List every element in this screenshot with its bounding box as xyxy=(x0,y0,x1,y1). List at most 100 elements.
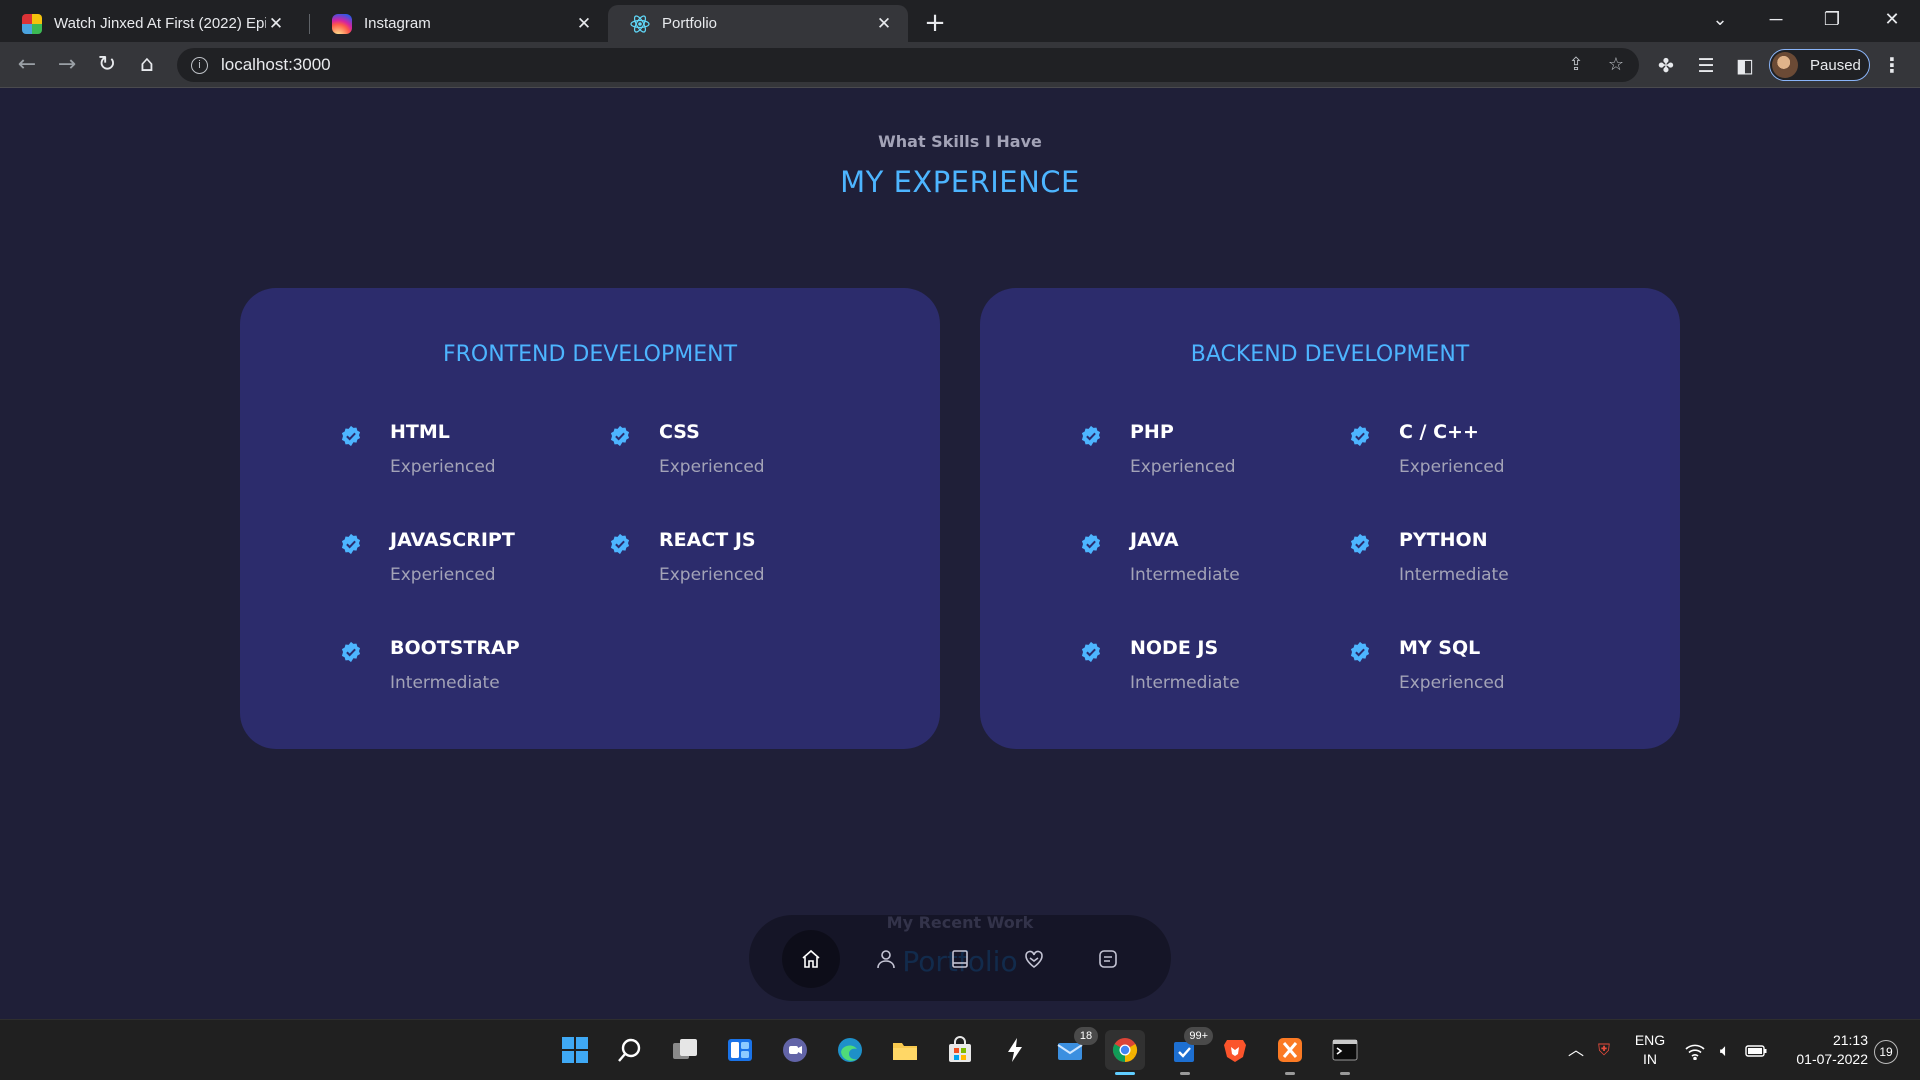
skill-name: JAVA xyxy=(1130,529,1179,551)
skill-name: JAVASCRIPT xyxy=(390,529,515,551)
task-view-button[interactable] xyxy=(665,1030,705,1070)
mail-button[interactable]: 18 xyxy=(1050,1027,1098,1070)
skill-level: Experienced xyxy=(1130,457,1236,477)
back-arrow-icon[interactable]: ← xyxy=(10,48,44,82)
clock[interactable]: 21:13 01-07-2022 xyxy=(1776,1020,1868,1080)
site-info-icon[interactable]: i xyxy=(191,56,208,74)
tasks-badge: 99+ xyxy=(1184,1027,1213,1045)
skill-item: MY SQL Experienced xyxy=(1349,637,1589,707)
skill-item: NODE JS Intermediate xyxy=(1080,637,1320,707)
restore-icon[interactable]: ❐ xyxy=(1804,0,1860,42)
card-title: FRONTEND DEVELOPMENT xyxy=(442,342,738,367)
taskbar-search-button[interactable] xyxy=(610,1030,650,1070)
skill-item: BOOTSTRAP Intermediate xyxy=(340,637,580,707)
brave-button[interactable] xyxy=(1215,1030,1255,1070)
section-subtitle: What Skills I Have xyxy=(878,132,1042,151)
skill-item: JAVASCRIPT Experienced xyxy=(340,529,580,599)
clock-date: 01-07-2022 xyxy=(1796,1051,1868,1067)
xampp-icon xyxy=(1278,1038,1302,1062)
windows-taskbar: 18 99+ ︿ ⛨ ENG IN 🔈︎ 21:13 01-07-2022 19 xyxy=(0,1019,1920,1080)
running-indicator xyxy=(1180,1072,1190,1075)
close-icon[interactable]: ✕ xyxy=(574,14,594,34)
lightning-app-icon xyxy=(1008,1038,1022,1062)
browser-tab-portfolio[interactable]: Portfolio ✕ xyxy=(608,5,908,42)
xampp-button[interactable] xyxy=(1270,1030,1310,1075)
skill-level: Experienced xyxy=(1399,673,1505,693)
widgets-icon xyxy=(728,1039,752,1061)
extensions-puzzle-icon[interactable]: ✤ xyxy=(1654,54,1678,78)
nav-about-button[interactable] xyxy=(857,930,915,988)
nav-contact-button[interactable] xyxy=(1079,930,1137,988)
close-icon[interactable]: ✕ xyxy=(874,14,894,34)
close-icon[interactable]: ✕ xyxy=(266,14,286,34)
browser-tab-jinxed[interactable]: Watch Jinxed At First (2022) Episode ✕ xyxy=(0,5,300,42)
skill-item: CSS Experienced xyxy=(609,421,849,491)
verified-check-icon xyxy=(1081,425,1101,447)
forward-arrow-icon[interactable]: → xyxy=(50,48,84,82)
language-indicator[interactable]: ENG IN xyxy=(1625,1020,1675,1080)
teams-chat-button[interactable] xyxy=(775,1030,815,1070)
instagram-favicon xyxy=(332,13,352,34)
browser-toolbar: ← → ↻ ⌂ i localhost:3000 ⇪ ☆ ✤ ☰ ◧ Pause… xyxy=(0,42,1920,88)
chrome-button[interactable] xyxy=(1105,1030,1145,1075)
reading-list-icon[interactable]: ☰ xyxy=(1694,54,1718,78)
security-shield-icon[interactable]: ⛨ xyxy=(1592,1020,1616,1080)
todo-button[interactable]: 99+ xyxy=(1165,1027,1213,1075)
side-panel-icon[interactable]: ◧ xyxy=(1733,54,1757,78)
new-tab-plus-icon[interactable]: + xyxy=(918,7,952,41)
bookmark-star-icon[interactable]: ☆ xyxy=(1606,55,1626,75)
browser-tab-instagram[interactable]: Instagram ✕ xyxy=(310,5,608,42)
skill-level: Experienced xyxy=(659,565,765,585)
battery-icon[interactable] xyxy=(1742,1020,1770,1080)
skill-level: Intermediate xyxy=(390,673,500,693)
backend-card: BACKEND DEVELOPMENT PHP Experienced C / … xyxy=(980,288,1680,749)
brave-lion-icon xyxy=(1224,1040,1246,1062)
terminal-button[interactable] xyxy=(1325,1030,1365,1075)
hidden-icons-chevron[interactable]: ︿ xyxy=(1564,1020,1588,1080)
volume-icon[interactable]: 🔈︎ xyxy=(1712,1020,1738,1080)
more-menu-icon[interactable]: ⋮ xyxy=(1882,54,1902,78)
minimize-icon[interactable]: ─ xyxy=(1748,0,1804,42)
reload-icon[interactable]: ↻ xyxy=(90,48,124,82)
home-icon[interactable]: ⌂ xyxy=(130,48,164,82)
address-bar[interactable]: i localhost:3000 ⇪ ☆ xyxy=(177,48,1639,82)
profile-button[interactable]: Paused xyxy=(1769,49,1870,81)
widgets-button[interactable] xyxy=(720,1030,760,1070)
file-explorer-button[interactable] xyxy=(885,1030,925,1070)
running-indicator xyxy=(1340,1072,1350,1075)
start-button[interactable] xyxy=(555,1030,595,1070)
microsoft-store-button[interactable] xyxy=(940,1030,980,1070)
task-view-icon xyxy=(673,1039,697,1059)
wifi-icon[interactable] xyxy=(1682,1020,1708,1080)
skill-item: JAVA Intermediate xyxy=(1080,529,1320,599)
floating-nav-bar xyxy=(749,915,1171,1001)
chrome-icon xyxy=(1112,1038,1138,1062)
verified-check-icon xyxy=(341,641,361,663)
vscode-like-app-button[interactable] xyxy=(995,1030,1035,1070)
url-text: localhost:3000 xyxy=(221,55,331,74)
running-indicator xyxy=(1285,1072,1295,1075)
skill-item: PYTHON Intermediate xyxy=(1349,529,1589,599)
skill-name: C / C++ xyxy=(1399,421,1479,443)
skill-name: CSS xyxy=(659,421,700,443)
nav-home-button[interactable] xyxy=(782,930,840,988)
skill-name: PYTHON xyxy=(1399,529,1488,551)
skill-name: PHP xyxy=(1130,421,1174,443)
nav-experience-button[interactable] xyxy=(931,930,989,988)
window-close-icon[interactable]: ✕ xyxy=(1864,0,1920,42)
share-icon[interactable]: ⇪ xyxy=(1566,55,1586,75)
region-code: IN xyxy=(1643,1051,1657,1067)
card-title: BACKEND DEVELOPMENT xyxy=(1190,342,1470,367)
browser-tab-bar: Watch Jinxed At First (2022) Episode ✕ I… xyxy=(0,0,1920,42)
mail-badge: 18 xyxy=(1074,1027,1098,1045)
notification-badge[interactable]: 19 xyxy=(1874,1040,1898,1064)
skill-level: Experienced xyxy=(390,457,496,477)
edge-button[interactable] xyxy=(830,1030,870,1070)
nav-services-button[interactable] xyxy=(1005,930,1063,988)
verified-check-icon xyxy=(341,533,361,555)
colorful-tiles-favicon xyxy=(22,13,42,34)
skill-name: BOOTSTRAP xyxy=(390,637,520,659)
search-icon xyxy=(618,1038,641,1062)
teams-chat-icon xyxy=(783,1038,807,1062)
tab-search-chevron-icon[interactable]: ⌄ xyxy=(1692,0,1748,42)
